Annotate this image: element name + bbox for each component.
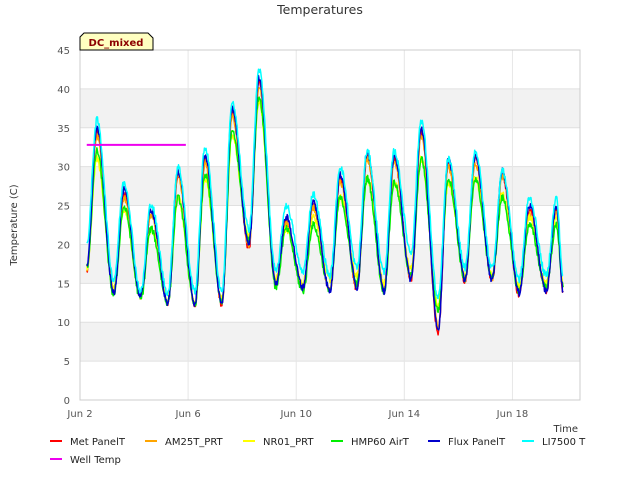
x-tick-label: Jun 6 <box>175 409 201 420</box>
x-tick-label: Jun 18 <box>496 409 529 420</box>
y-tick-label: 15 <box>57 279 70 290</box>
plot-band <box>80 322 580 362</box>
y-tick-label: 45 <box>57 46 70 57</box>
y-tick-label: 35 <box>57 124 70 135</box>
x-tick-label: Jun 10 <box>279 409 312 420</box>
legend-label: HMP60 AirT <box>351 437 410 448</box>
dataset-tag: DC_mixed <box>79 32 154 51</box>
legend-label: Well Temp <box>70 455 121 466</box>
plot-band <box>80 88 580 128</box>
legend: Met PanelT AM25T_PRT NR01_PRT HMP60 AirT Flu… <box>50 437 586 466</box>
legend-label: Flux PanelT <box>448 437 506 448</box>
y-tick-label: 40 <box>57 85 70 96</box>
legend-label: AM25T_PRT <box>165 437 224 448</box>
x-tick-label: Jun 14 <box>388 409 421 420</box>
dataset-tag-label: DC_mixed <box>89 38 144 49</box>
y-tick-label: 30 <box>57 163 70 174</box>
y-tick-label: 10 <box>57 318 70 329</box>
legend-label: NR01_PRT <box>263 437 314 448</box>
y-tick-label: 20 <box>57 240 70 251</box>
y-tick-label: 5 <box>64 357 70 368</box>
chart-title: Temperatures <box>276 2 363 17</box>
y-tick-label: 25 <box>57 202 70 213</box>
y-tick-labels: 0 5 10 15 20 25 30 35 40 45 <box>57 46 70 407</box>
temperature-chart: 0 5 10 15 20 25 30 35 40 45 Jun 2 Jun 6 Jun 10 Jun 1… <box>9 2 586 466</box>
x-tick-label: Jun 2 <box>66 409 92 420</box>
legend-label: Met PanelT <box>70 437 126 448</box>
x-tick-labels: Jun 2 Jun 6 Jun 10 Jun 14 Jun 18 <box>66 409 528 420</box>
y-axis-title: Temperature (C) <box>9 184 20 266</box>
y-tick-label: 0 <box>64 396 70 407</box>
legend-label: LI7500 T <box>542 437 586 448</box>
x-axis-title: Time <box>553 424 578 435</box>
